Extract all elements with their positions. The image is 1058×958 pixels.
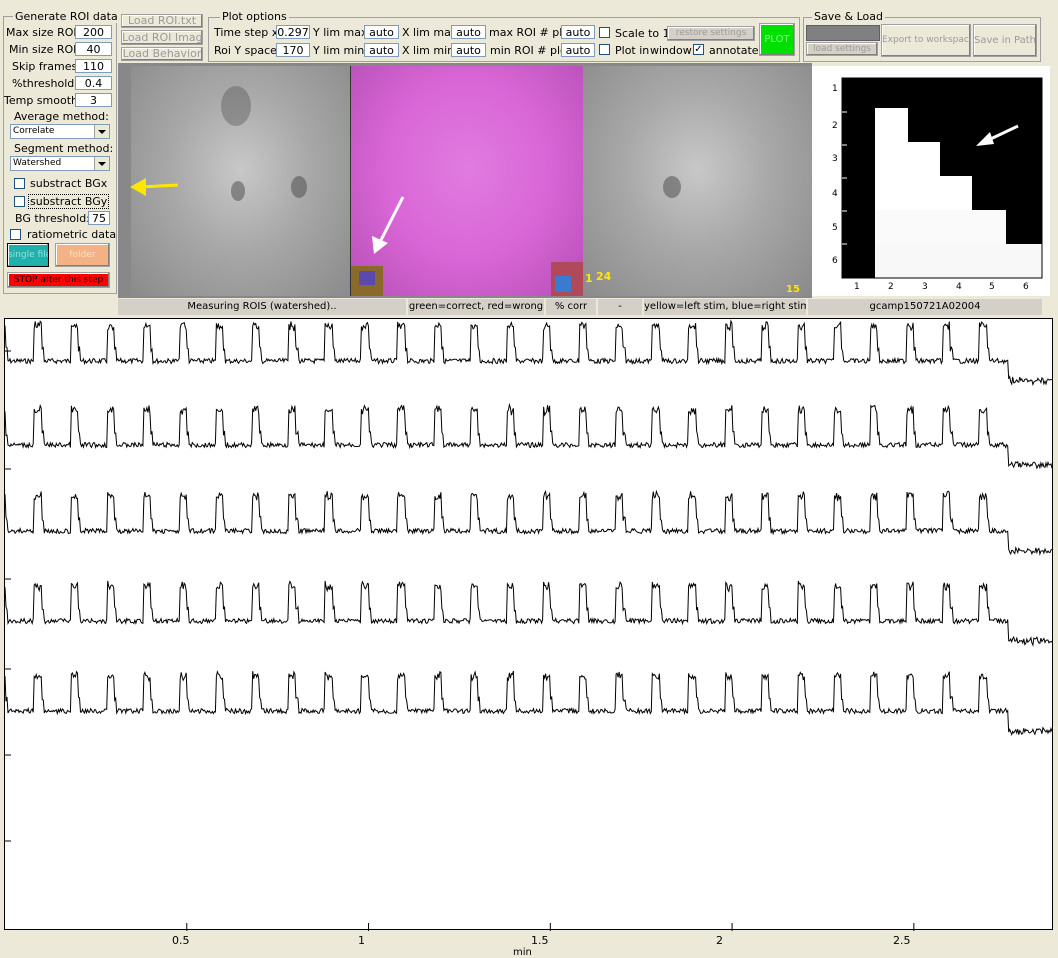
x-tick-label-5: 2.5 — [893, 934, 911, 947]
status-filename: gcamp150721A02004 — [808, 299, 1042, 315]
trace-roi-1 — [4, 319, 1053, 387]
trace-plot-svg — [4, 319, 1053, 931]
trace-roi-5 — [4, 669, 1053, 737]
x-tick-label-2: 1 — [358, 934, 365, 947]
x-tick-label-3: 1.5 — [531, 934, 549, 947]
yellow-arrow-head — [130, 178, 146, 196]
trace-roi-4 — [4, 580, 1053, 647]
x-axis-label: min — [513, 947, 532, 958]
trace-plot[interactable] — [4, 318, 1053, 931]
x-tick-label-1: 0.5 — [172, 934, 190, 947]
status-dash: - — [598, 299, 642, 315]
x-tick-label-4: 2 — [716, 934, 723, 947]
white-arrow — [378, 196, 405, 243]
status-message: Measuring ROIS (watershed).. — [118, 299, 406, 315]
status-pct-corr: % corr — [546, 299, 596, 315]
status-stim: yellow=left stim, blue=right stim — [644, 299, 806, 315]
white-arrow-head — [372, 236, 388, 254]
trace-roi-2 — [4, 402, 1053, 470]
trace-roi-3 — [4, 489, 1053, 556]
status-legend-correct: green=correct, red=wrong — [408, 299, 544, 315]
